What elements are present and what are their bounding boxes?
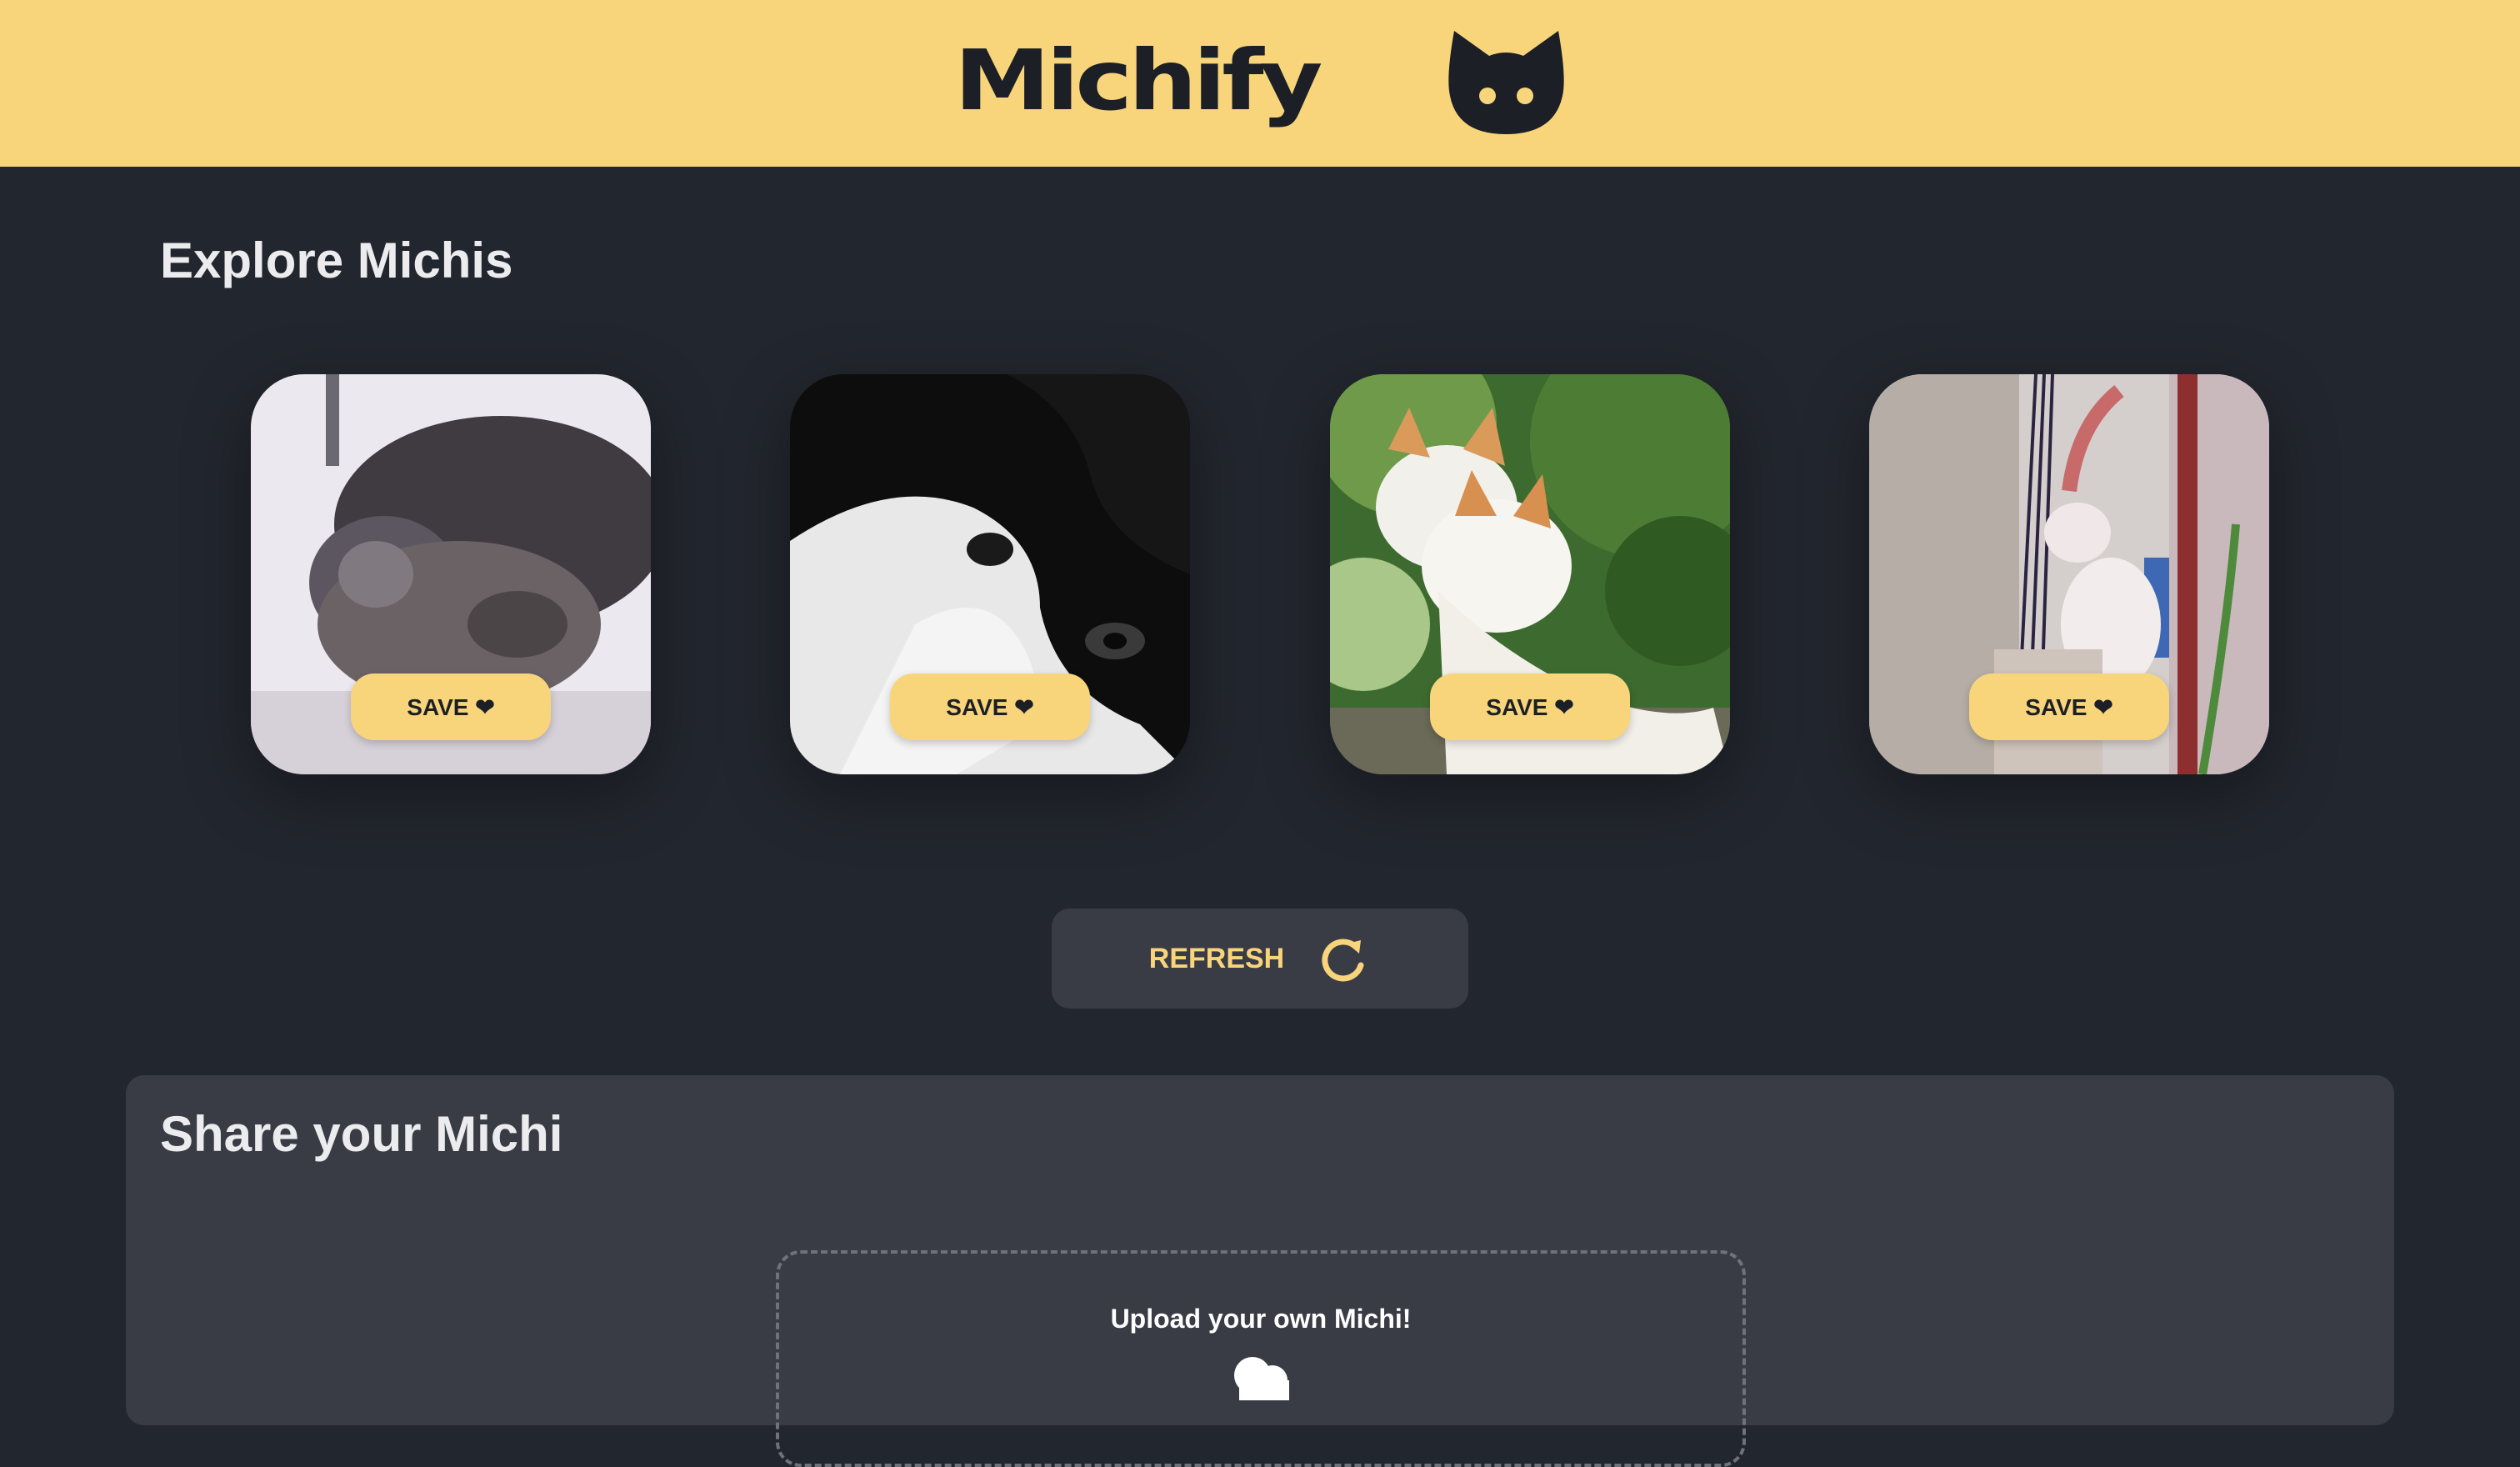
upload-dropzone[interactable]: Upload your own Michi!: [776, 1250, 1746, 1467]
cat-card: SAVE ❤: [251, 374, 651, 774]
refresh-label: REFRESH: [1148, 942, 1285, 974]
cloud-upload-icon: [1234, 1357, 1289, 1400]
share-panel: Share your Michi Upload your own Michi!: [126, 1075, 2394, 1467]
save-button[interactable]: SAVE ❤: [1969, 673, 2169, 740]
refresh-button[interactable]: REFRESH: [1052, 909, 1468, 1009]
cat-card: SAVE ❤: [1869, 374, 2269, 774]
save-button[interactable]: SAVE ❤: [351, 673, 551, 740]
app-header: Michify: [0, 0, 2520, 167]
explore-title: Explore Michis: [160, 233, 513, 288]
save-button[interactable]: SAVE ❤: [1430, 673, 1630, 740]
cat-head-icon: [1448, 31, 1564, 134]
upload-label: Upload your own Michi!: [1110, 1304, 1412, 1334]
cat-card: SAVE ❤: [1330, 374, 1730, 774]
share-title: Share your Michi: [160, 1106, 563, 1162]
refresh-icon: [1322, 939, 1364, 982]
save-button[interactable]: SAVE ❤: [890, 673, 1090, 740]
cat-card: SAVE ❤: [790, 374, 1190, 774]
brand-wordmark: Michify: [954, 32, 1322, 129]
